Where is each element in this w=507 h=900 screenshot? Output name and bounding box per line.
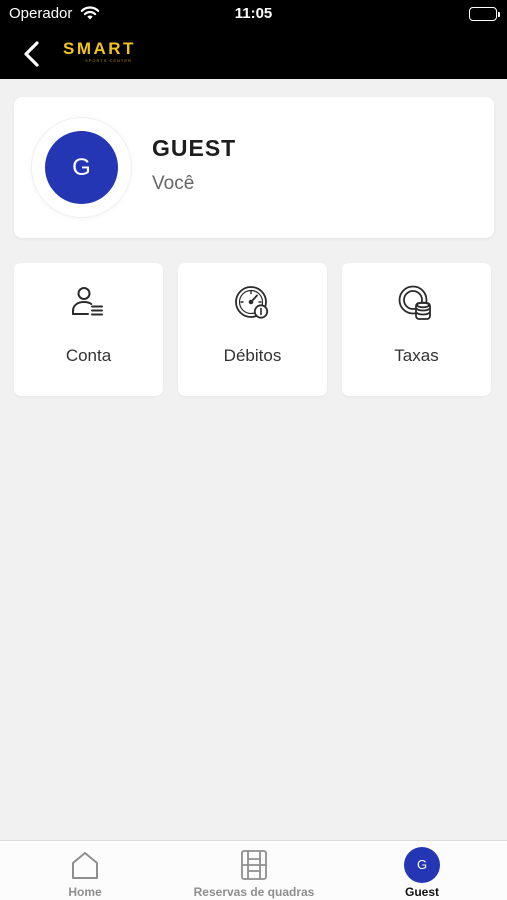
profile-name: GUEST: [152, 135, 237, 161]
avatar: G: [45, 131, 118, 204]
profile-card: G GUEST Você: [14, 97, 494, 238]
tab-guest[interactable]: G Guest: [380, 841, 464, 900]
home-icon: [70, 849, 100, 881]
tile-debitos[interactable]: Débitos: [178, 263, 327, 396]
status-bar: Operador 11:05: [0, 0, 507, 30]
tab-reservas-label: Reservas de quadras: [193, 885, 315, 899]
profile-subtitle: Você: [152, 173, 195, 194]
brand-logo: SMART SPORTS CENTER: [63, 40, 153, 66]
avatar-ring: G: [32, 118, 131, 217]
tile-taxas-label: Taxas: [394, 346, 439, 365]
court-icon: [239, 849, 269, 881]
user-list-icon: [69, 284, 107, 322]
tab-home[interactable]: Home: [20, 841, 150, 900]
tile-conta[interactable]: Conta: [14, 263, 163, 396]
back-button[interactable]: [20, 37, 50, 71]
status-time: 11:05: [234, 5, 273, 22]
tab-home-label: Home: [68, 885, 102, 899]
tile-debitos-label: Débitos: [223, 346, 282, 365]
nav-bar: SMART SPORTS CENTER: [0, 30, 507, 79]
brand-logo-subtitle: SPORTS CENTER: [85, 58, 132, 63]
brand-logo-text: SMART: [63, 39, 136, 58]
tab-reservas[interactable]: Reservas de quadras: [179, 841, 329, 900]
coins-icon: [397, 284, 435, 322]
chevron-left-icon: [24, 41, 39, 67]
tab-guest-label: Guest: [404, 885, 439, 899]
tab-guest-avatar: G: [404, 847, 440, 883]
tile-taxas[interactable]: Taxas: [342, 263, 491, 396]
gauge-dollar-icon: [233, 284, 271, 322]
tab-bar: Home Reservas de quadras G Guest: [0, 840, 507, 900]
tile-conta-label: Conta: [65, 346, 112, 365]
battery-icon: [469, 7, 500, 21]
